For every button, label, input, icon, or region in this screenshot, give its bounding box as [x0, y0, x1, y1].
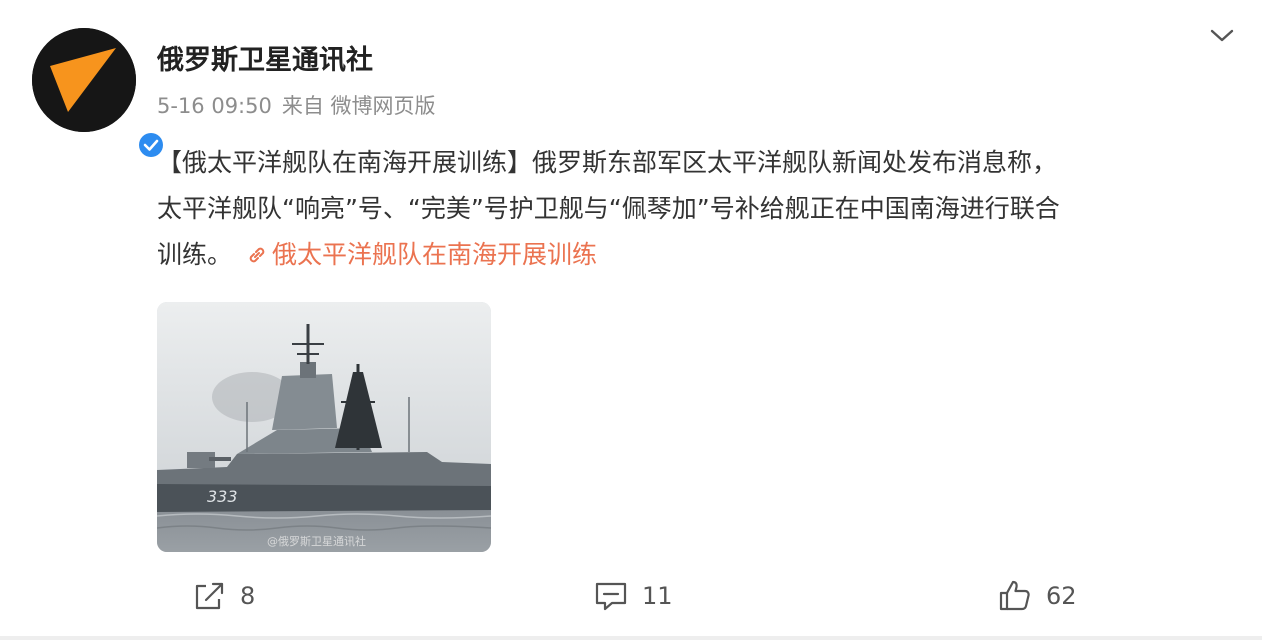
article-link[interactable]: 俄太平洋舰队在南海开展训练: [232, 240, 597, 269]
post-text-line-3-wrapper: 训练。 俄太平洋舰队在南海开展训练: [157, 232, 1237, 278]
post-body: 【俄太平洋舰队在南海开展训练】俄罗斯东部军区太平洋舰队新闻处发布消息称， 太平洋…: [157, 140, 1237, 278]
sputnik-logo-icon: [32, 28, 136, 132]
comment-button[interactable]: 11: [594, 568, 673, 624]
weibo-post-card: 俄罗斯卫星通讯社 5-16 09:50 来自 微博网页版 【俄太平洋舰队在南海开展…: [0, 0, 1262, 640]
divider: [0, 636, 1262, 640]
username[interactable]: 俄罗斯卫星通讯社: [157, 38, 373, 77]
share-count: 8: [240, 582, 256, 610]
post-action-bar: 8 11 62: [0, 568, 1262, 624]
like-button[interactable]: 62: [998, 568, 1077, 624]
comment-count: 11: [642, 582, 673, 610]
image-watermark: @俄罗斯卫星通讯社: [267, 534, 366, 548]
avatar[interactable]: [32, 28, 166, 160]
chevron-down-icon[interactable]: [1208, 26, 1236, 46]
link-icon: [249, 247, 265, 263]
post-text-line-2: 太平洋舰队“响亮”号、“完美”号护卫舰与“佩琴加”号补给舰正在中国南海进行联合: [157, 194, 1060, 223]
article-link-text: 俄太平洋舰队在南海开展训练: [272, 240, 598, 269]
like-count: 62: [1046, 582, 1077, 610]
post-text-line-3: 训练。: [157, 240, 233, 269]
hull-number: 333: [207, 487, 238, 506]
post-meta: 5-16 09:50 来自 微博网页版: [157, 90, 436, 120]
post-source: 来自 微博网页版: [281, 94, 436, 118]
share-icon: [195, 582, 224, 610]
comment-icon: [595, 582, 627, 611]
share-button[interactable]: 8: [192, 568, 255, 624]
warship-photo: 333 @俄罗斯卫星通讯社: [157, 302, 491, 552]
post-image[interactable]: 333 @俄罗斯卫星通讯社: [157, 302, 491, 552]
thumbs-up-icon: [999, 580, 1030, 611]
post-timestamp[interactable]: 5-16 09:50: [157, 94, 272, 118]
post-text-line-1: 【俄太平洋舰队在南海开展训练】俄罗斯东部军区太平洋舰队新闻处发布消息称，: [157, 148, 1058, 177]
